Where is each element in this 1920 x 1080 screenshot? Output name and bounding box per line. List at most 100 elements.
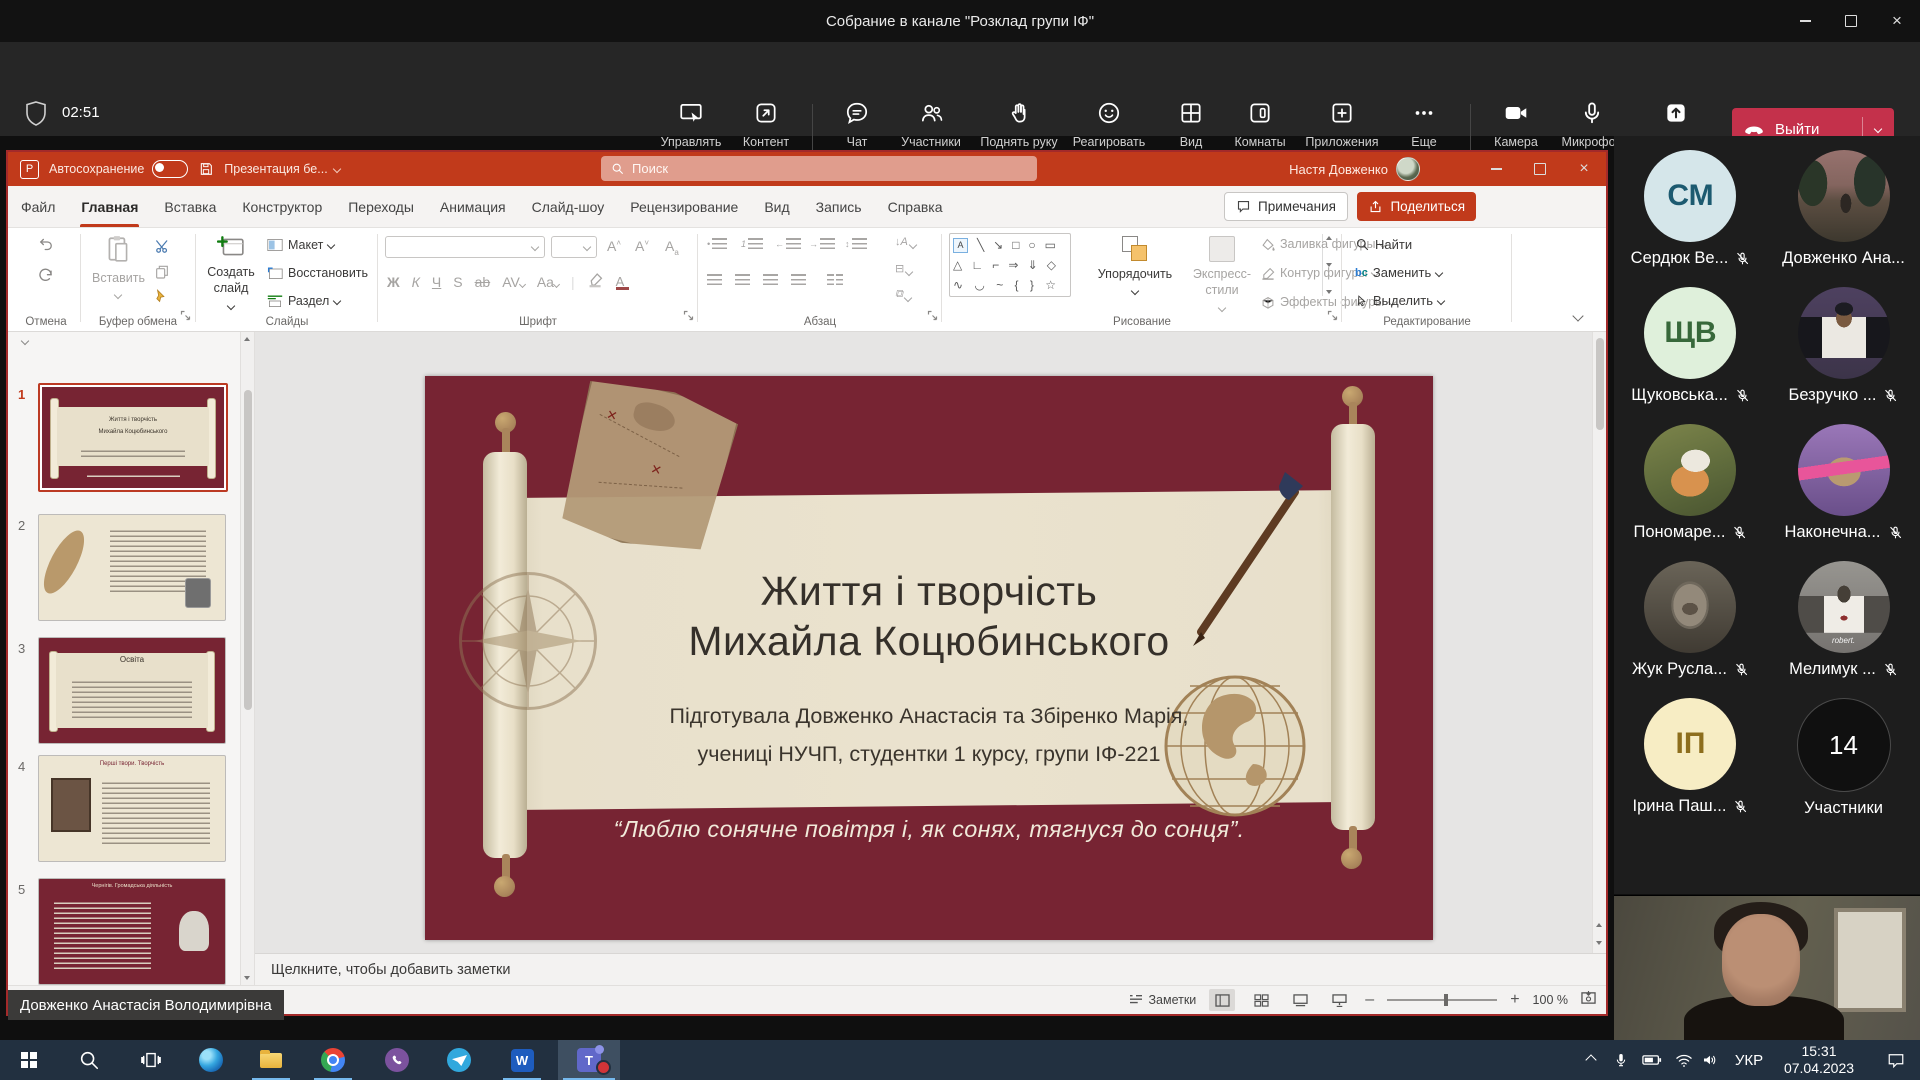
font-color-icon[interactable]: А (616, 273, 629, 290)
zoom-out-button[interactable]: – (1365, 991, 1374, 1009)
participant-tile[interactable]: Довженко Ана... (1782, 150, 1905, 287)
teams-taskbar-button[interactable]: T (558, 1040, 620, 1080)
notes-placeholder[interactable]: Щелкните, чтобы добавить заметки (271, 962, 510, 978)
align-text-icon[interactable]: ⊟ (895, 262, 912, 275)
participant-tile[interactable]: robert. Мелимук ... (1789, 561, 1898, 698)
tab-slideshow[interactable]: Слайд-шоу (519, 186, 618, 227)
slide-canvas-area[interactable]: ✕ ✕ (255, 332, 1606, 953)
zoom-slider-thumb[interactable] (1444, 994, 1448, 1006)
autosave-toggle[interactable] (152, 160, 188, 178)
close-icon[interactable]: × (1874, 0, 1920, 42)
participant-tile[interactable]: Пономаре... (1634, 424, 1748, 561)
slideshow-view-button[interactable] (1326, 989, 1352, 1011)
tab-animations[interactable]: Анимация (427, 186, 519, 227)
reading-view-button[interactable] (1287, 989, 1313, 1011)
telegram-taskbar-button[interactable] (435, 1040, 483, 1080)
slide-subtitle[interactable]: Підготувала Довженко Анастасія та Збірен… (515, 698, 1343, 773)
bullets-icon[interactable]: • (707, 238, 727, 249)
participant-tile[interactable]: Наконечна... (1784, 424, 1902, 561)
change-case-icon[interactable]: Aa (537, 274, 559, 290)
normal-view-button[interactable] (1209, 989, 1235, 1011)
align-center-icon[interactable] (735, 274, 750, 285)
find-button[interactable]: Найти (1355, 237, 1412, 252)
dialog-launcher-icon[interactable] (180, 308, 191, 326)
account-button[interactable]: Настя Довженко (1289, 152, 1420, 186)
tab-transitions[interactable]: Переходы (335, 186, 427, 227)
font-size-combo[interactable] (551, 236, 597, 258)
tab-design[interactable]: Конструктор (229, 186, 335, 227)
select-button[interactable]: Выделить (1355, 293, 1444, 308)
decrease-indent-icon[interactable]: ← (775, 238, 801, 249)
numbering-icon[interactable]: 1 (741, 238, 763, 249)
dialog-launcher-icon[interactable] (683, 308, 694, 326)
slide-title[interactable]: Життя і творчість Михайла Коцюбинського (545, 566, 1313, 666)
thumbnail-scrollbar[interactable] (240, 332, 254, 985)
participant-tile[interactable]: ЩВ Щуковська... (1631, 287, 1750, 424)
slide[interactable]: ✕ ✕ (425, 376, 1433, 940)
slide-thumbnail-1[interactable]: Життя і творчість Михайла Коцюбинського (38, 383, 228, 492)
paste-button[interactable]: Вставить (92, 234, 144, 303)
slide-sorter-view-button[interactable] (1248, 989, 1274, 1011)
notes-pane[interactable]: Щелкните, чтобы добавить заметки (255, 953, 1606, 985)
slide-thumbnail-5[interactable]: Чернігів. Громадська діяльність (38, 878, 226, 985)
restore-icon[interactable] (1518, 152, 1562, 186)
close-icon[interactable]: × (1562, 152, 1606, 186)
action-center-button[interactable] (1876, 1040, 1916, 1080)
text-direction-icon[interactable]: ↓A (895, 236, 916, 248)
layout-button[interactable]: Макет (267, 238, 334, 252)
panel-collapse-icon[interactable] (21, 337, 29, 345)
ribbon-share-button[interactable]: Поделиться (1357, 192, 1476, 221)
tab-help[interactable]: Справка (875, 186, 956, 227)
grow-font-icon[interactable]: А˄ (607, 238, 621, 254)
justify-icon[interactable] (791, 274, 806, 285)
shapes-gallery[interactable]: A╲↘□○▭ △∟⌐⇒⇓◇ ∿◡~{}☆ (949, 233, 1071, 297)
taskbar-search-button[interactable] (65, 1040, 113, 1080)
columns-icon[interactable] (827, 274, 843, 285)
dialog-launcher-icon[interactable] (1327, 308, 1338, 326)
start-button[interactable] (5, 1040, 53, 1080)
tab-record[interactable]: Запись (803, 186, 875, 227)
tab-view[interactable]: Вид (751, 186, 802, 227)
save-icon[interactable] (198, 161, 214, 177)
battery-icon[interactable] (1636, 1040, 1668, 1080)
slide-thumbnail-4[interactable]: Перші твори. Творчість (38, 755, 226, 862)
edge-taskbar-button[interactable] (187, 1040, 235, 1080)
restore-icon[interactable] (1828, 0, 1874, 42)
clock[interactable]: 15:3107.04.2023 (1772, 1040, 1866, 1080)
slide-quote[interactable]: “Люблю сонячне повітря і, як сонях, тягн… (465, 816, 1393, 843)
fit-to-window-icon[interactable] (1581, 991, 1596, 1010)
minimize-icon[interactable] (1474, 152, 1518, 186)
participant-tile[interactable]: ІП Ірина Паш... (1633, 698, 1749, 835)
zoom-slider[interactable] (1387, 999, 1497, 1001)
bold-icon[interactable]: Ж (387, 274, 400, 290)
section-button[interactable]: Раздел (267, 294, 340, 308)
slide-thumbnail-3[interactable]: Освіта (38, 637, 226, 744)
text-shadow-icon[interactable]: S (453, 274, 462, 290)
line-spacing-icon[interactable]: ↕ (845, 238, 867, 249)
format-painter-icon[interactable] (154, 288, 171, 310)
chrome-taskbar-button[interactable] (309, 1040, 357, 1080)
font-name-combo[interactable] (385, 236, 545, 258)
underline-icon[interactable]: Ч (432, 274, 441, 290)
highlight-icon[interactable] (587, 272, 604, 291)
redo-icon[interactable] (36, 266, 55, 290)
reset-button[interactable]: Восстановить (267, 266, 368, 280)
italic-icon[interactable]: К (412, 274, 420, 290)
copy-icon[interactable] (154, 264, 170, 285)
search-input[interactable]: Поиск (601, 156, 1037, 181)
arrange-button[interactable]: Упорядочить (1093, 236, 1177, 299)
canvas-scrollbar[interactable] (1592, 332, 1606, 953)
dialog-launcher-icon[interactable] (927, 308, 938, 326)
slide-thumbnail-2[interactable] (38, 514, 226, 621)
language-indicator[interactable]: УКР (1726, 1040, 1772, 1080)
viber-taskbar-button[interactable] (373, 1040, 421, 1080)
self-video-tile[interactable] (1614, 895, 1920, 1041)
participant-tile[interactable]: Жук Русла... (1632, 561, 1749, 698)
increase-indent-icon[interactable]: → (809, 238, 835, 249)
chevron-down-icon[interactable] (332, 165, 340, 173)
clear-format-icon[interactable]: Аа (665, 238, 679, 257)
textbox-shape-icon[interactable]: A (953, 238, 968, 253)
collapse-ribbon-icon[interactable] (1572, 310, 1583, 321)
tray-expand-button[interactable] (1576, 1040, 1606, 1080)
new-slide-button[interactable]: Создать слайд (201, 234, 261, 314)
